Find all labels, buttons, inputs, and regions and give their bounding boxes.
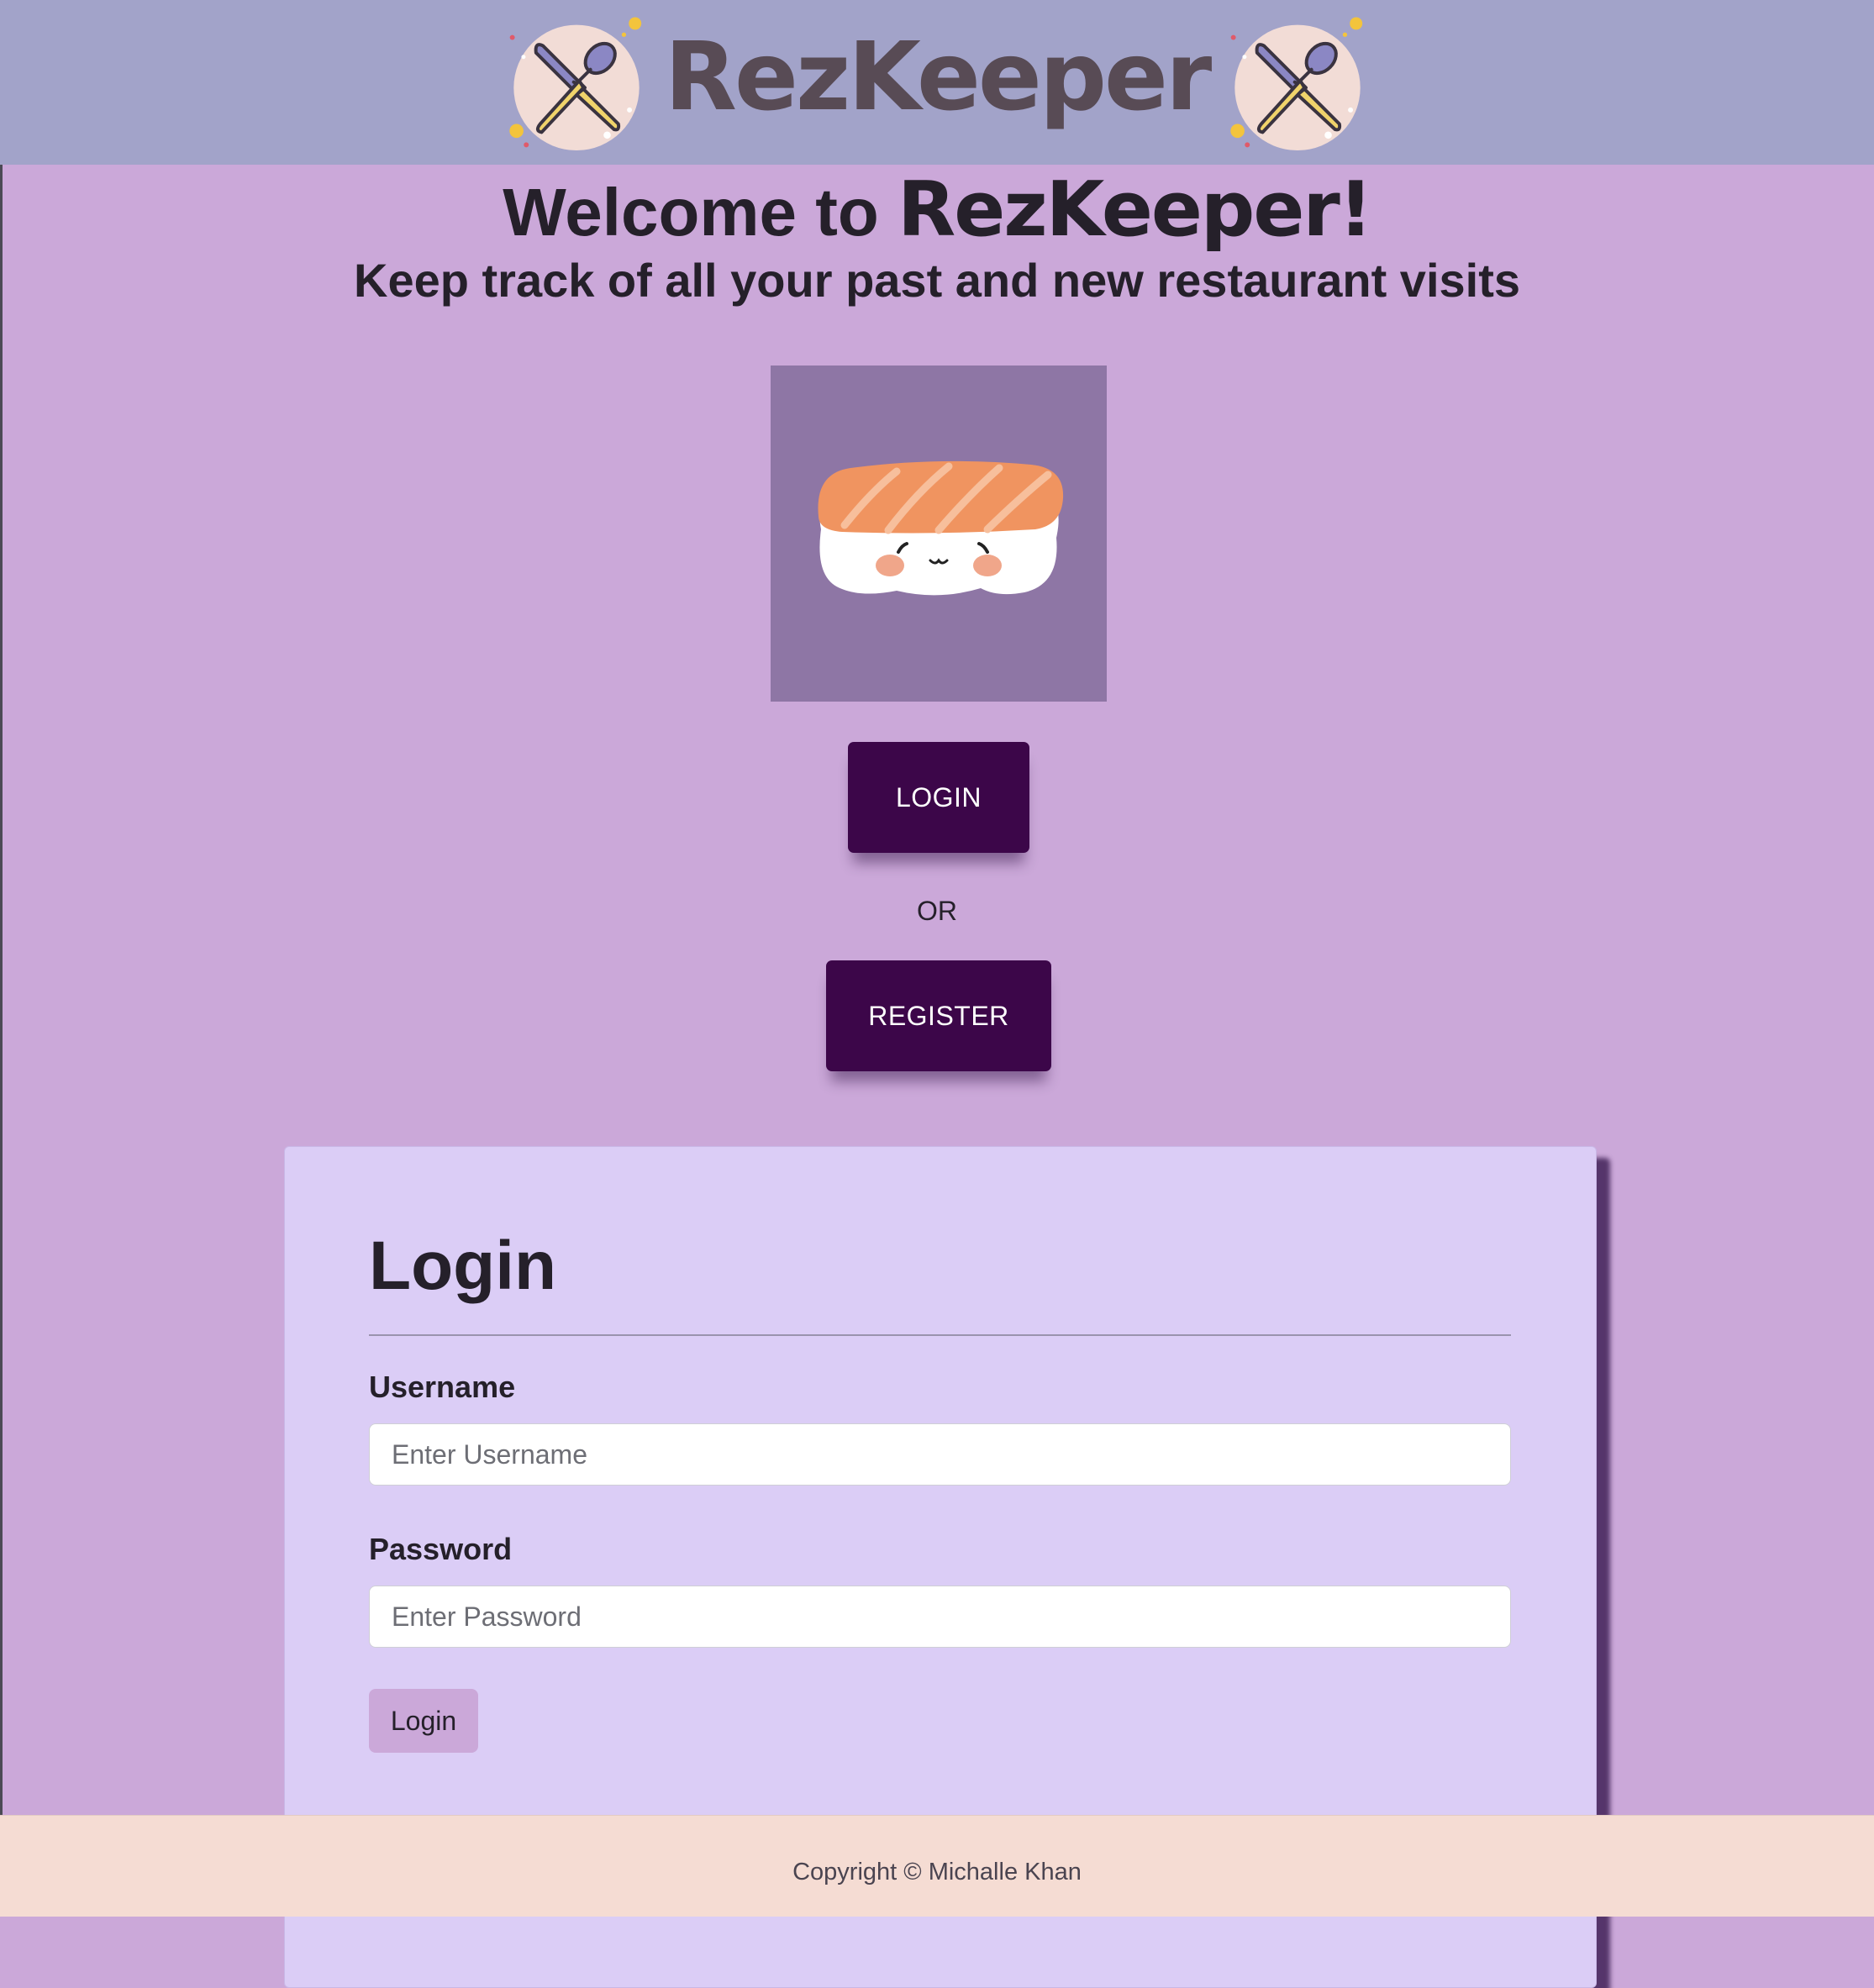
brand: RezKeeper (0, 0, 1874, 165)
crossed-knife-spoon-icon (509, 17, 641, 151)
username-input[interactable] (369, 1423, 1511, 1486)
welcome-brand: RezKeeper! (897, 166, 1373, 254)
welcome-prefix: Welcome to (503, 175, 898, 250)
sushi-icon (818, 460, 1064, 596)
login-card-title: Login (369, 1228, 557, 1304)
sushi-illustration (771, 366, 1107, 702)
login-submit-button[interactable]: Login (369, 1689, 478, 1753)
username-label: Username (369, 1370, 516, 1404)
or-separator: OR (917, 896, 957, 926)
password-label: Password (369, 1532, 513, 1566)
site-footer: Copyright © Michalle Khan (0, 1815, 1874, 1917)
register-button[interactable]: REGISTER (826, 960, 1051, 1071)
brand-title[interactable]: RezKeeper (665, 30, 1212, 124)
crossed-knife-spoon-icon (1230, 17, 1363, 151)
divider (369, 1334, 1511, 1336)
welcome-heading: Welcome to RezKeeper! (0, 165, 1874, 255)
site-header: RezKeeper (0, 0, 1874, 165)
password-input[interactable] (369, 1586, 1511, 1648)
tagline: Keep track of all your past and new rest… (354, 254, 1520, 307)
copyright-text: Copyright © Michalle Khan (792, 1859, 1082, 1885)
login-button[interactable]: LOGIN (848, 742, 1029, 853)
